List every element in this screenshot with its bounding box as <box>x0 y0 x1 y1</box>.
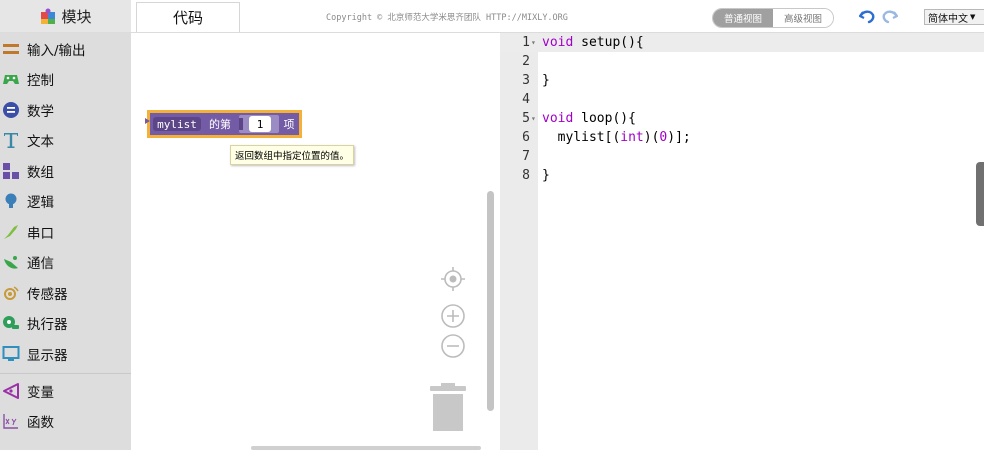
fold-toggle-icon[interactable]: ▾ <box>531 33 536 52</box>
block-index-value[interactable]: 1 <box>257 118 264 131</box>
tab-modules-label: 模块 <box>61 7 92 26</box>
panel-collapse-handle[interactable] <box>976 162 984 226</box>
zoom-reset-icon[interactable] <box>440 266 466 292</box>
bulb-icon <box>5 193 17 208</box>
block-variable-name[interactable]: mylist <box>157 118 197 131</box>
code-text: } <box>542 73 550 88</box>
sidebar-item-label: 文本 <box>27 134 54 150</box>
sidebar-item-array[interactable]: 数组 <box>0 157 131 185</box>
list-get-item-block[interactable]: mylist 的第 1 项 <box>145 108 305 140</box>
block-prefix-text: 的第 <box>209 117 231 131</box>
code-line[interactable]: 5 ▾ void loop(){ <box>500 109 984 128</box>
workspace-vertical-scrollbar[interactable] <box>487 191 494 411</box>
satellite-icon <box>4 256 18 269</box>
block-suffix-text: 项 <box>284 118 295 131</box>
blocks-workspace[interactable]: mylist 的第 1 项 返回数组中指定位置的值。 <box>131 33 500 450</box>
redo-icon[interactable] <box>880 7 900 25</box>
line-number: 2 <box>522 54 530 69</box>
sidebar-item-label: 控制 <box>27 73 54 89</box>
sidebar-item-label: 输入/输出 <box>27 43 86 59</box>
code-text: void setup(){ <box>542 35 644 50</box>
actuator-icon <box>3 316 19 329</box>
sidebar-item-actuator[interactable]: 执行器 <box>0 309 131 337</box>
tab-modules[interactable]: 模块 <box>0 0 131 32</box>
variable-icon <box>3 383 19 399</box>
code-line[interactable]: 6 mylist[(int)(0)]; <box>500 128 984 147</box>
sidebar-item-label: 通信 <box>27 256 54 272</box>
code-line[interactable]: 4 <box>500 90 984 109</box>
chevron-down-icon: ▼ <box>970 13 976 21</box>
sidebar-item-sensor[interactable]: 传感器 <box>0 279 131 307</box>
language-select[interactable]: 简体中文 ▼ <box>924 9 984 25</box>
sidebar-item-label: 逻辑 <box>27 195 54 211</box>
sidebar-item-label: 数组 <box>27 165 54 181</box>
code-text: void loop(){ <box>542 111 636 126</box>
sidebar-divider <box>0 373 131 374</box>
sidebar-item-label: 数学 <box>27 104 54 120</box>
sensor-icon <box>4 286 19 300</box>
tab-code[interactable]: 代码 <box>136 2 240 32</box>
language-value: 简体中文 <box>928 13 968 25</box>
line-number: 5 <box>522 111 530 126</box>
sidebar-item-label: 变量 <box>27 385 54 401</box>
sidebar-item-logic[interactable]: 逻辑 <box>0 187 131 215</box>
io-arrows-icon <box>3 44 19 54</box>
sidebar-item-function[interactable]: 函数 <box>0 407 131 435</box>
sidebar-item-io[interactable]: 输入/输出 <box>0 35 131 63</box>
sidebar-item-communication[interactable]: 通信 <box>0 248 131 276</box>
tab-code-label: 代码 <box>172 9 203 27</box>
array-icon <box>3 163 19 179</box>
sidebar-item-label: 传感器 <box>27 287 68 303</box>
copyright-text: Copyright © 北京师范大学米思齐团队 HTTP://MIXLY.ORG <box>326 13 568 23</box>
fold-toggle-icon[interactable]: ▾ <box>531 109 536 128</box>
sidebar-item-label: 执行器 <box>27 317 68 333</box>
sidebar-item-math[interactable]: 数学 <box>0 96 131 124</box>
zoom-in-icon[interactable] <box>440 303 466 329</box>
display-icon <box>2 346 20 361</box>
zoom-out-icon[interactable] <box>440 333 466 359</box>
advanced-view-button[interactable]: 高级视图 <box>773 9 833 27</box>
category-sidebar: 输入/输出 控制 数学 文本 数组 逻辑 串口 通信 传感器 执行器 显示器 变… <box>0 33 131 450</box>
line-number: 7 <box>522 149 530 164</box>
normal-view-button[interactable]: 普通视图 <box>713 9 773 27</box>
line-number: 6 <box>522 130 530 145</box>
code-text: mylist[(int)(0)]; <box>542 130 691 145</box>
code-line[interactable]: 8} <box>500 166 984 185</box>
sidebar-item-variable[interactable]: 变量 <box>0 377 131 405</box>
line-number: 8 <box>522 168 530 183</box>
sidebar-item-display[interactable]: 显示器 <box>0 340 131 368</box>
sidebar-item-label: 串口 <box>27 226 54 242</box>
math-icon <box>3 102 19 118</box>
code-line[interactable]: 7 <box>500 147 984 166</box>
sidebar-item-label: 显示器 <box>27 348 68 364</box>
trash-icon[interactable] <box>428 381 468 433</box>
puzzle-icon <box>41 8 56 24</box>
code-line[interactable]: 3} <box>500 71 984 90</box>
serial-icon <box>4 225 18 239</box>
sidebar-item-serial[interactable]: 串口 <box>0 218 131 246</box>
workspace-horizontal-scrollbar[interactable] <box>251 446 481 450</box>
code-editor[interactable]: 1 ▾ void setup(){2 3} 4 5 ▾ void loop(){6 mylis… <box>500 33 984 450</box>
code-line[interactable]: 1 ▾ void setup(){ <box>500 33 984 52</box>
top-bar: 模块 代码 Copyright © 北京师范大学米思齐团队 HTTP://MIX… <box>0 0 984 33</box>
code-text: } <box>542 168 550 183</box>
code-lines: 1 ▾ void setup(){2 3} 4 5 ▾ void loop(){6 mylis… <box>500 33 984 185</box>
sidebar-item-text[interactable]: 文本 <box>0 126 131 154</box>
block-tooltip: 返回数组中指定位置的值。 <box>230 145 355 165</box>
line-number: 3 <box>522 73 530 88</box>
undo-icon[interactable] <box>857 7 877 25</box>
line-number: 4 <box>522 92 530 107</box>
gamepad-icon <box>3 75 19 84</box>
line-number: 1 <box>522 35 530 50</box>
sidebar-item-control[interactable]: 控制 <box>0 65 131 93</box>
view-toggle: 普通视图 高级视图 <box>712 8 834 28</box>
function-icon <box>3 414 18 429</box>
code-line[interactable]: 2 <box>500 52 984 71</box>
sidebar-item-label: 函数 <box>27 415 54 431</box>
text-icon <box>4 133 18 148</box>
